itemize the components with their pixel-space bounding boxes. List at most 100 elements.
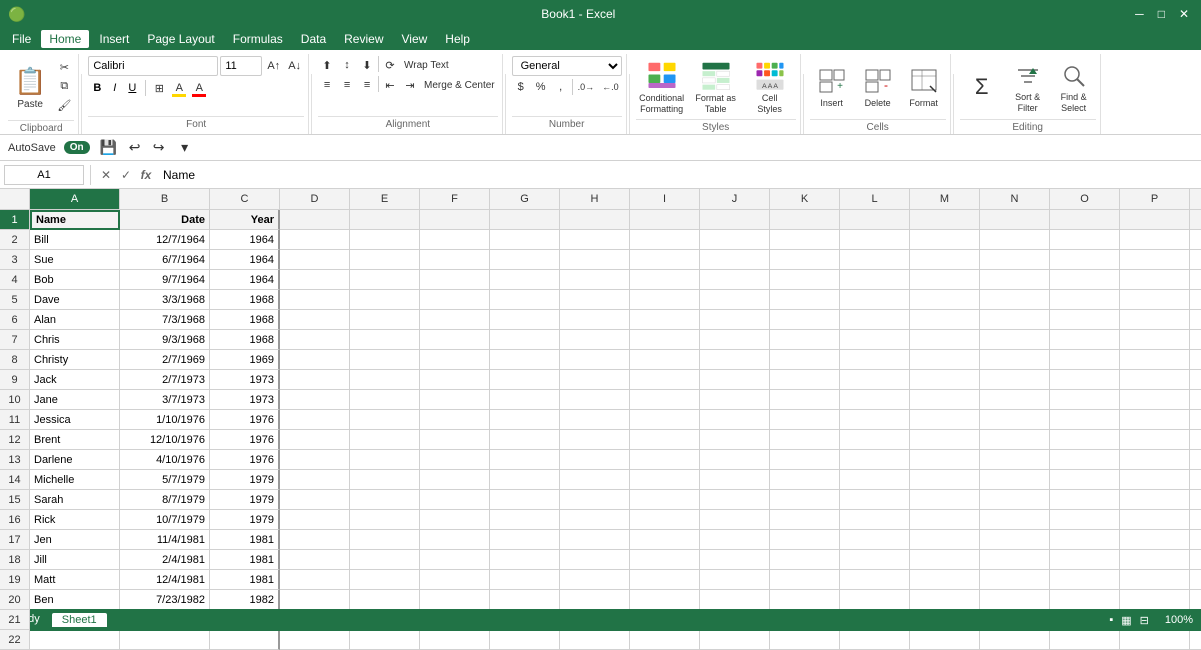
row-num-10[interactable]: 10 — [0, 390, 29, 410]
cell-o4[interactable] — [1050, 270, 1120, 290]
cell-c10[interactable]: 1973 — [210, 390, 280, 410]
cell-j10[interactable] — [700, 390, 770, 410]
cell-l7[interactable] — [840, 330, 910, 350]
cell-o13[interactable] — [1050, 450, 1120, 470]
cell-h13[interactable] — [560, 450, 630, 470]
cell-e11[interactable] — [350, 410, 420, 430]
cell-o18[interactable] — [1050, 550, 1120, 570]
cell-a20[interactable]: Ben — [30, 590, 120, 610]
cell-m7[interactable] — [910, 330, 980, 350]
cell-o22[interactable] — [1050, 630, 1120, 650]
cell-c4[interactable]: 1964 — [210, 270, 280, 290]
fill-color-button[interactable]: A — [170, 79, 188, 97]
cell-p12[interactable] — [1120, 430, 1190, 450]
cell-j1[interactable] — [700, 210, 770, 230]
borders-button[interactable]: ⊞ — [150, 79, 168, 97]
cell-d17[interactable] — [280, 530, 350, 550]
align-top-button[interactable]: ⬆ — [318, 56, 336, 74]
cell-c14[interactable]: 1979 — [210, 470, 280, 490]
cell-b22[interactable] — [120, 630, 210, 650]
cell-h11[interactable] — [560, 410, 630, 430]
align-right-button[interactable]: ≡ — [358, 76, 376, 94]
col-header-h[interactable]: H — [560, 189, 630, 209]
cell-g10[interactable] — [490, 390, 560, 410]
cell-d15[interactable] — [280, 490, 350, 510]
cell-k3[interactable] — [770, 250, 840, 270]
cell-b12[interactable]: 12/10/1976 — [120, 430, 210, 450]
font-size-select[interactable] — [220, 56, 262, 76]
cell-b10[interactable]: 3/7/1973 — [120, 390, 210, 410]
row-num-3[interactable]: 3 — [0, 250, 29, 270]
format-table-button[interactable]: Format asTable — [690, 59, 742, 117]
insert-button[interactable]: + Insert — [810, 59, 854, 117]
cell-g16[interactable] — [490, 510, 560, 530]
cell-f9[interactable] — [420, 370, 490, 390]
cell-k13[interactable] — [770, 450, 840, 470]
decrease-decimal-button[interactable]: ←.0 — [599, 78, 622, 96]
cell-l9[interactable] — [840, 370, 910, 390]
cell-d22[interactable] — [280, 630, 350, 650]
col-header-e[interactable]: E — [350, 189, 420, 209]
cell-q19[interactable] — [1190, 570, 1201, 590]
cell-p18[interactable] — [1120, 550, 1190, 570]
cell-g6[interactable] — [490, 310, 560, 330]
cell-p11[interactable] — [1120, 410, 1190, 430]
cell-q4[interactable] — [1190, 270, 1201, 290]
menu-insert[interactable]: Insert — [91, 30, 137, 48]
cell-l17[interactable] — [840, 530, 910, 550]
cell-n6[interactable] — [980, 310, 1050, 330]
cell-j2[interactable] — [700, 230, 770, 250]
cell-d8[interactable] — [280, 350, 350, 370]
cell-b3[interactable]: 6/7/1964 — [120, 250, 210, 270]
cell-k8[interactable] — [770, 350, 840, 370]
cell-n22[interactable] — [980, 630, 1050, 650]
col-header-a[interactable]: A — [30, 189, 120, 209]
cell-n11[interactable] — [980, 410, 1050, 430]
cell-a11[interactable]: Jessica — [30, 410, 120, 430]
cell-g18[interactable] — [490, 550, 560, 570]
cell-m13[interactable] — [910, 450, 980, 470]
cell-c5[interactable]: 1968 — [210, 290, 280, 310]
conditional-formatting-button[interactable]: ConditionalFormatting — [636, 59, 688, 117]
align-center-button[interactable]: ≡ — [338, 76, 356, 94]
cell-a5[interactable]: Dave — [30, 290, 120, 310]
cell-c15[interactable]: 1979 — [210, 490, 280, 510]
cell-p7[interactable] — [1120, 330, 1190, 350]
cell-a12[interactable]: Brent — [30, 430, 120, 450]
cell-b1[interactable]: Date — [120, 210, 210, 230]
cell-m9[interactable] — [910, 370, 980, 390]
cell-h8[interactable] — [560, 350, 630, 370]
cell-j19[interactable] — [700, 570, 770, 590]
cell-i3[interactable] — [630, 250, 700, 270]
cell-m20[interactable] — [910, 590, 980, 610]
cell-e5[interactable] — [350, 290, 420, 310]
col-header-g[interactable]: G — [490, 189, 560, 209]
cell-b4[interactable]: 9/7/1964 — [120, 270, 210, 290]
save-button[interactable]: 💾 — [98, 137, 120, 159]
cell-o1[interactable] — [1050, 210, 1120, 230]
cell-l5[interactable] — [840, 290, 910, 310]
cell-b13[interactable]: 4/10/1976 — [120, 450, 210, 470]
cell-b8[interactable]: 2/7/1969 — [120, 350, 210, 370]
cell-k17[interactable] — [770, 530, 840, 550]
cell-n5[interactable] — [980, 290, 1050, 310]
cell-o5[interactable] — [1050, 290, 1120, 310]
row-num-1[interactable]: 1 — [0, 210, 29, 230]
comma-button[interactable]: , — [552, 78, 570, 96]
cell-q3[interactable] — [1190, 250, 1201, 270]
row-num-9[interactable]: 9 — [0, 370, 29, 390]
percent-button[interactable]: % — [532, 78, 550, 96]
cell-d6[interactable] — [280, 310, 350, 330]
cell-i20[interactable] — [630, 590, 700, 610]
cell-q18[interactable] — [1190, 550, 1201, 570]
cell-j15[interactable] — [700, 490, 770, 510]
cell-c9[interactable]: 1973 — [210, 370, 280, 390]
cell-d19[interactable] — [280, 570, 350, 590]
indent-decrease-button[interactable]: ⇤ — [381, 76, 399, 94]
merge-center-button[interactable]: Merge & Center — [421, 76, 498, 94]
cell-p1[interactable] — [1120, 210, 1190, 230]
cell-a18[interactable]: Jill — [30, 550, 120, 570]
cell-j22[interactable] — [700, 630, 770, 650]
cell-m12[interactable] — [910, 430, 980, 450]
cell-f6[interactable] — [420, 310, 490, 330]
